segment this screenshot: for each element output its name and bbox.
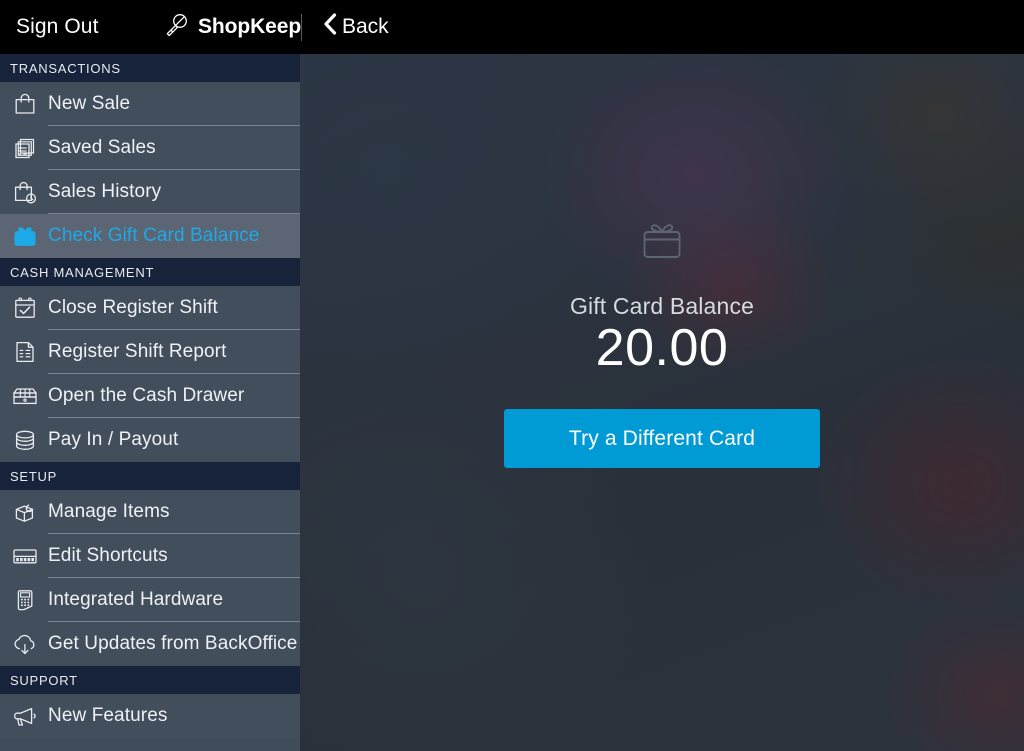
gift-card-icon <box>2 223 48 249</box>
documents-stack-icon <box>2 135 48 161</box>
cloud-download-icon <box>2 631 48 657</box>
sidebar-item-open-the-cash-drawer[interactable]: Open the Cash Drawer <box>0 374 300 418</box>
brand-name: ShopKeep <box>198 15 302 38</box>
sign-out-button[interactable]: Sign Out <box>16 0 99 54</box>
sidebar-item-label: Close Register Shift <box>48 297 218 318</box>
back-button[interactable]: Back <box>323 0 389 54</box>
top-bar: Sign Out ShopKeep Back <box>0 0 1024 54</box>
sidebar-item-label: New Features <box>48 705 168 726</box>
sidebar-item-check-gift-card-balance[interactable]: Check Gift Card Balance <box>0 214 300 258</box>
sidebar-item-label: Pay In / Payout <box>48 429 179 450</box>
balance-amount: 20.00 <box>595 319 729 377</box>
sidebar-item-new-features[interactable]: New Features <box>0 694 300 738</box>
brand-logo: ShopKeep <box>163 0 301 54</box>
shopkeep-app-window: Sign Out ShopKeep Back Gift Card Balance… <box>0 0 1024 751</box>
sidebar-item-label: Saved Sales <box>48 137 156 158</box>
sidebar-item-label: Edit Shortcuts <box>48 545 168 566</box>
back-label: Back <box>342 15 389 38</box>
sidebar-navigation: TRANSACTIONS New Sale Saved Sales Sales … <box>0 54 300 751</box>
sidebar-list: TRANSACTIONS New Sale Saved Sales Sales … <box>0 54 300 738</box>
shopping-bag-icon <box>2 91 48 117</box>
sidebar-item-label: Manage Items <box>48 501 170 522</box>
chevron-left-icon <box>323 13 337 41</box>
key-icon <box>163 12 189 43</box>
sidebar-item-label: New Sale <box>48 93 131 114</box>
sidebar-section-header: SETUP <box>0 462 300 490</box>
sidebar-item-label: Get Updates from BackOffice <box>48 633 298 654</box>
sidebar-item-register-shift-report[interactable]: Register Shift Report <box>0 330 300 374</box>
report-document-icon <box>2 339 48 365</box>
sidebar-item-integrated-hardware[interactable]: Integrated Hardware <box>0 578 300 622</box>
coins-stack-icon <box>2 427 48 453</box>
sidebar-section-header: TRANSACTIONS <box>0 54 300 82</box>
sidebar-item-pay-in-payout[interactable]: Pay In / Payout <box>0 418 300 462</box>
gift-card-icon <box>638 218 686 271</box>
sidebar-item-label: Check Gift Card Balance <box>48 225 260 246</box>
sidebar-item-label: Open the Cash Drawer <box>48 385 245 406</box>
gift-card-balance-hero: Gift Card Balance 20.00 Try a Different … <box>300 54 1024 469</box>
sidebar-item-close-register-shift[interactable]: Close Register Shift <box>0 286 300 330</box>
card-terminal-icon <box>2 587 48 613</box>
sidebar-item-manage-items[interactable]: Manage Items <box>0 490 300 534</box>
megaphone-icon <box>2 703 48 729</box>
sidebar-item-saved-sales[interactable]: Saved Sales <box>0 126 300 170</box>
open-box-icon <box>2 499 48 525</box>
sidebar-item-edit-shortcuts[interactable]: Edit Shortcuts <box>0 534 300 578</box>
main-content-panel: Gift Card Balance 20.00 Try a Different … <box>300 54 1024 751</box>
sidebar-item-new-sale[interactable]: New Sale <box>0 82 300 126</box>
sidebar-item-sales-history[interactable]: Sales History <box>0 170 300 214</box>
sidebar-item-get-updates-from-backoffice[interactable]: Get Updates from BackOffice <box>0 622 300 666</box>
sidebar-item-label: Register Shift Report <box>48 341 227 362</box>
top-bar-divider <box>301 14 302 41</box>
calendar-check-icon <box>2 295 48 321</box>
sidebar-item-label: Sales History <box>48 181 162 202</box>
bag-clock-icon <box>2 179 48 205</box>
sidebar-section-header: SUPPORT <box>0 666 300 694</box>
cash-drawer-icon <box>2 383 48 409</box>
try-different-card-button[interactable]: Try a Different Card <box>504 409 820 469</box>
sign-out-label: Sign Out <box>16 15 99 38</box>
sidebar-section-header: CASH MANAGEMENT <box>0 258 300 286</box>
sidebar-item-label: Integrated Hardware <box>48 589 224 610</box>
keypad-grid-icon <box>2 543 48 569</box>
balance-label: Gift Card Balance <box>569 293 755 319</box>
